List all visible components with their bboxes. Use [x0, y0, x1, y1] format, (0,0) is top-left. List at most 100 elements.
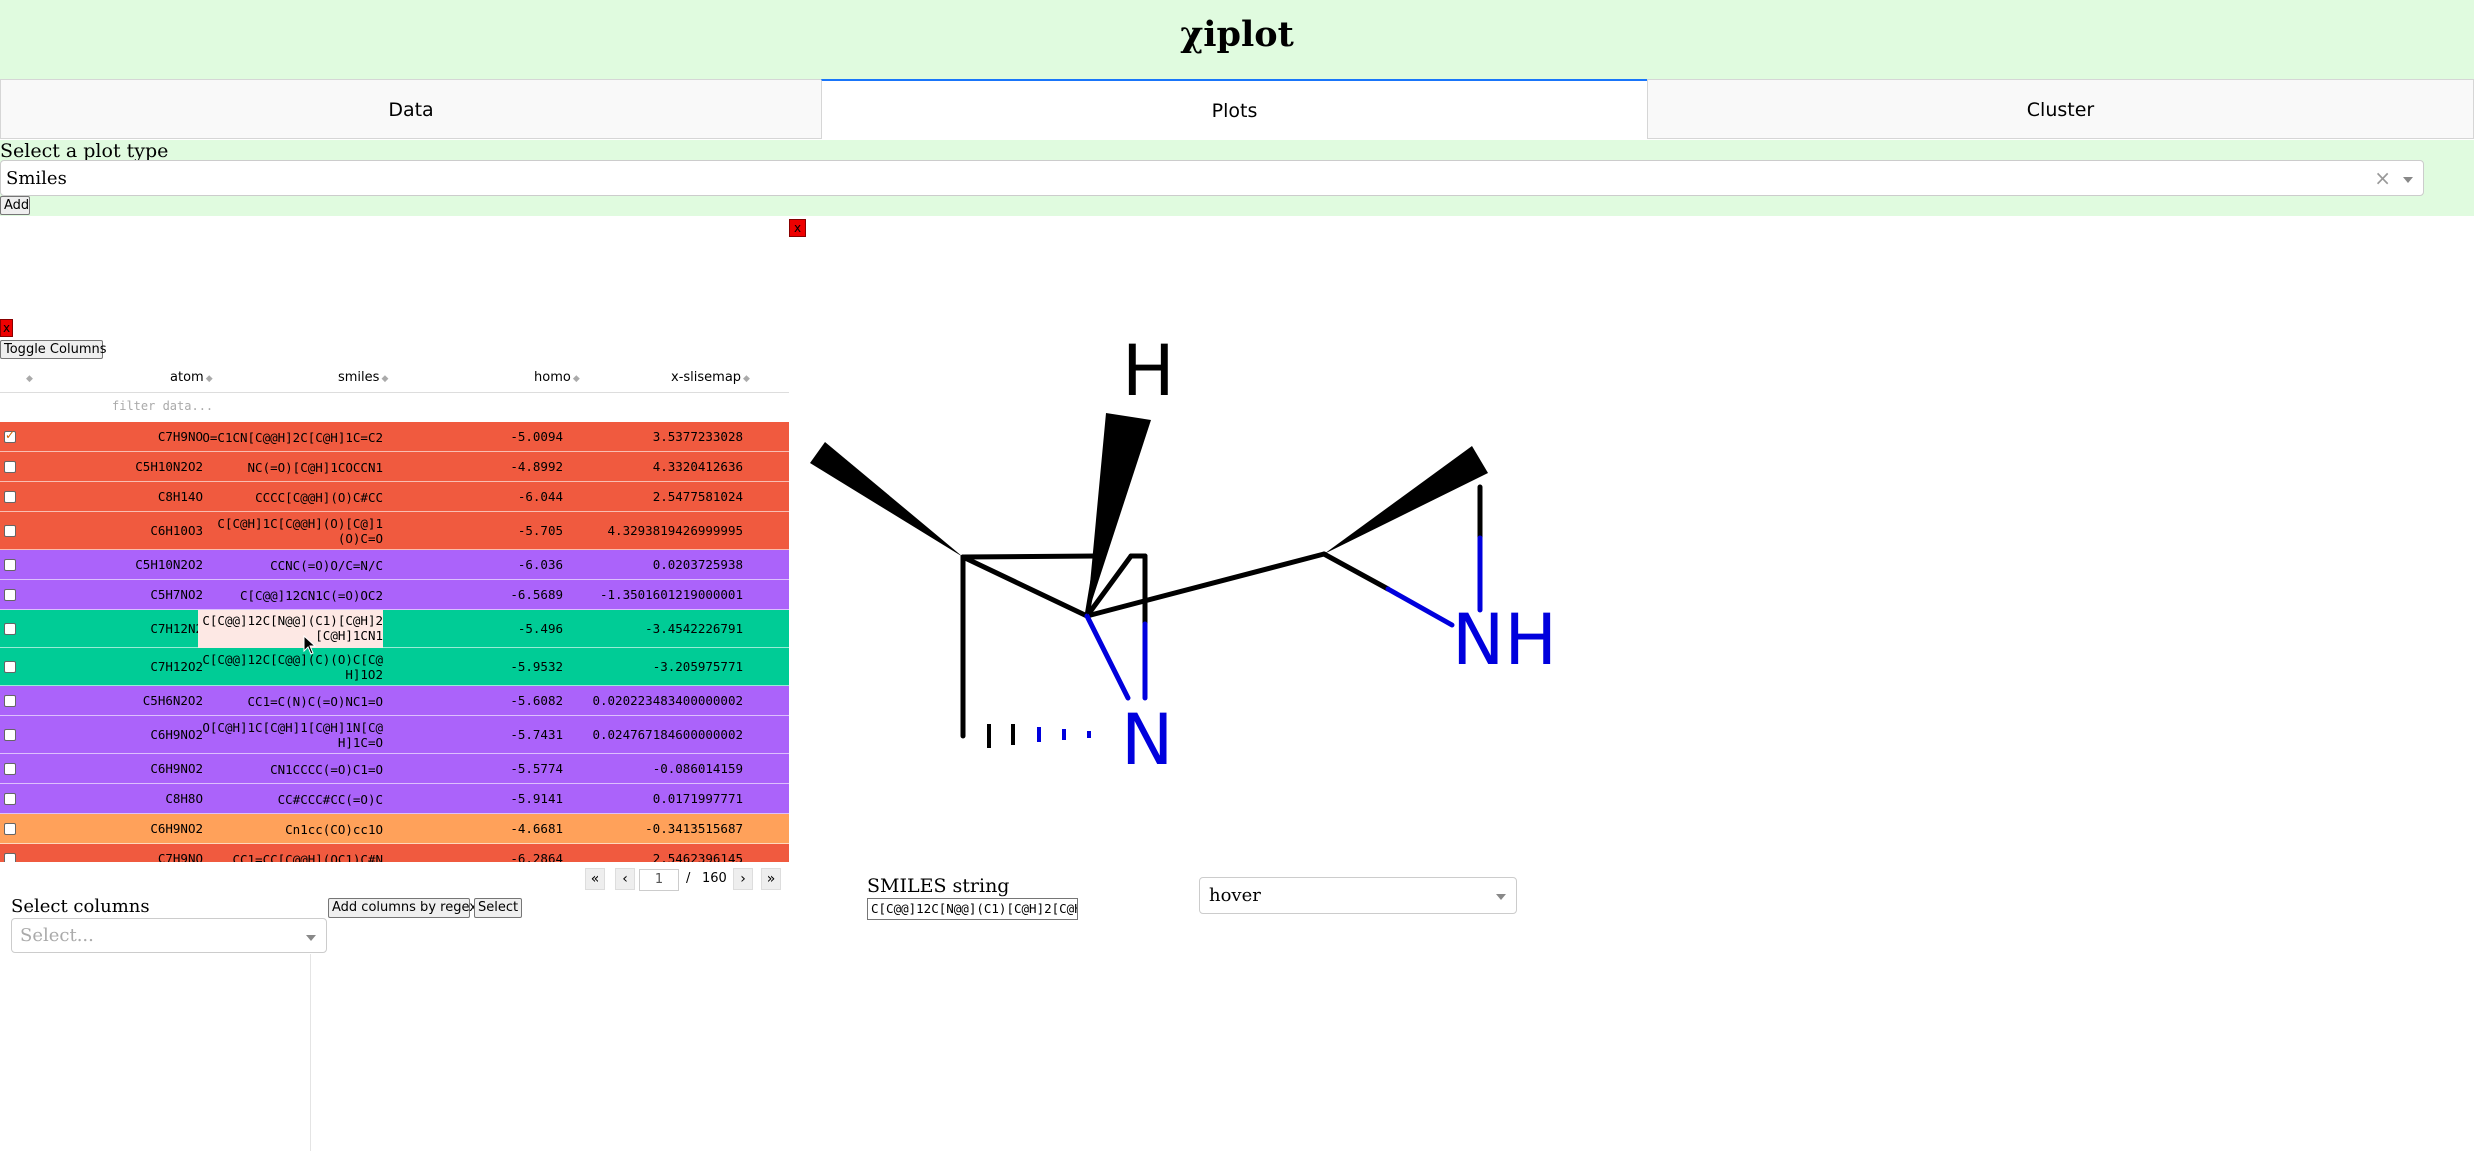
table-row[interactable]: C5H10N2O2 NC(=O)[C@H]1COCCN1 -4.8992 4.3320… — [0, 452, 789, 482]
app-title: χiplot — [1180, 14, 1294, 55]
row-checkbox[interactable] — [4, 695, 16, 707]
row-checkbox[interactable] — [4, 661, 16, 673]
next-page-button[interactable]: › — [733, 868, 753, 890]
row-checkbox[interactable] — [4, 729, 16, 741]
cell-homo: -4.8992 — [510, 459, 563, 474]
row-checkbox[interactable] — [4, 525, 16, 537]
page-input[interactable]: 1 — [639, 869, 679, 891]
select-columns-placeholder: Select... — [20, 925, 94, 946]
filter-input[interactable]: filter data... — [112, 399, 213, 413]
cell-homo: -5.9532 — [510, 659, 563, 674]
cell-homo: -6.2864 — [510, 851, 563, 862]
cell-atom: C6H9NO2 — [150, 727, 203, 742]
plot-type-dropdown[interactable]: Smiles × — [0, 160, 2424, 196]
row-checkbox[interactable] — [4, 589, 16, 601]
row-checkbox[interactable] — [4, 623, 16, 635]
column-header-atom[interactable]: atom ◆ — [170, 370, 213, 385]
cell-x-slisemap: 0.024767184600000002 — [592, 727, 743, 742]
cell-smiles: Cn1cc(CO)cc1O — [285, 822, 383, 837]
select-button[interactable]: Select — [474, 898, 522, 918]
cell-atom: C6H9NO2 — [150, 761, 203, 776]
column-header-homo[interactable]: homo ◆ — [534, 370, 580, 385]
divider — [310, 954, 311, 1151]
chevron-down-icon[interactable] — [2403, 177, 2413, 183]
table-row[interactable]: C7H9NO CC1=CC[C@@H](OC1)C#N -6.2864 2.54623… — [0, 844, 789, 862]
cell-smiles: O[C@H]1C[C@H]1[C@H]1N[C@ H]1C=O — [202, 720, 383, 750]
cell-atom: C7H9NO — [157, 429, 203, 444]
wedge-bond — [1324, 446, 1488, 554]
cell-homo: -5.5774 — [510, 761, 563, 776]
cell-atom: C7H12O2 — [150, 659, 203, 674]
cell-homo: -4.6681 — [510, 821, 563, 836]
add-plot-button[interactable]: Add — [0, 196, 30, 215]
toggle-columns-button[interactable]: Toggle Columns — [0, 340, 107, 359]
table-row[interactable]: C6H9NO2 Cn1cc(CO)cc1O -4.6681 -0.3413515687 — [0, 814, 789, 844]
table-row[interactable]: C8H8O CC#CCC#CC(=O)C -5.9141 0.0171997771 — [0, 784, 789, 814]
bond — [1084, 613, 1131, 701]
first-page-button[interactable]: « — [585, 868, 605, 890]
row-checkbox[interactable] — [4, 428, 16, 443]
cell-x-slisemap: 0.020223483400000002 — [592, 693, 743, 708]
wedge-bond — [810, 442, 963, 557]
sort-icon[interactable]: ◆ — [24, 370, 33, 385]
row-checkbox[interactable] — [4, 491, 16, 503]
cell-x-slisemap: 0.0171997771 — [652, 791, 743, 806]
table-row[interactable]: C6H9NO2 O[C@H]1C[C@H]1[C@H]1N[C@ H]1C=O -5… — [0, 716, 789, 754]
cell-x-slisemap: 2.5462396145 — [652, 851, 743, 862]
last-page-button[interactable]: » — [761, 868, 781, 890]
mode-dropdown[interactable]: hover — [1199, 877, 1517, 914]
table-row[interactable]: C6H9NO2 CN1CCCC(=O)C1=O -5.5774 -0.08601415… — [0, 754, 789, 784]
clear-icon[interactable]: × — [2374, 166, 2391, 190]
row-checkbox[interactable] — [4, 853, 16, 862]
table-row[interactable]: C5H6N2O2 CC1=C(N)C(=O)NC1=O -5.6082 0.02022… — [0, 686, 789, 716]
cell-homo: -5.496 — [517, 621, 563, 636]
table-row[interactable]: C8H14O CCCC[C@@H](O)C#CC -6.044 2.547758102… — [0, 482, 789, 512]
table-row[interactable]: C7H9NOO=C1CN[C@@H]2C[C@H]1C=C2 -5.0094 3.5… — [0, 422, 789, 452]
tab-cluster[interactable]: Cluster — [1647, 79, 2474, 139]
prev-page-button[interactable]: ‹ — [615, 868, 635, 890]
row-checkbox[interactable] — [4, 793, 16, 805]
chevron-down-icon[interactable] — [1496, 894, 1506, 900]
cell-smiles: O=C1CN[C@@H]2C[C@H]1C=C2 — [202, 430, 383, 445]
cell-smiles: CC1=C(N)C(=O)NC1=O — [247, 694, 383, 709]
select-columns-label: Select columns — [11, 896, 150, 917]
wedge-bond — [1087, 413, 1151, 616]
column-header-smiles[interactable]: smiles ◆ — [338, 370, 388, 385]
row-checkbox[interactable] — [4, 559, 16, 571]
cell-smiles: NC(=O)[C@H]1COCCN1 — [247, 460, 383, 475]
tab-data[interactable]: Data — [0, 79, 822, 139]
close-table-button[interactable]: x — [0, 319, 13, 337]
cell-homo: -6.036 — [517, 557, 563, 572]
cell-atom: C7H12N2 — [150, 621, 203, 636]
column-header-x-slisemap[interactable]: x-slisemap ◆ — [671, 370, 750, 385]
molecule-structure: H N NH — [810, 330, 1557, 780]
close-plot-button[interactable]: x — [789, 219, 806, 237]
table-row[interactable]: C7H12O2 C[C@@]12C[C@@](C)(O)C[C@ H]1O2 -5.… — [0, 648, 789, 686]
cell-atom: C5H7NO2 — [150, 587, 203, 602]
atom-label-n: N — [1121, 699, 1173, 780]
tab-plots[interactable]: Plots — [821, 79, 1648, 139]
cell-x-slisemap: -0.3413515687 — [645, 821, 743, 836]
smiles-input[interactable]: C[C@@]12C[N@@](C1)[C@H]2[C@H]1CN1 — [867, 898, 1078, 920]
data-table: ◆ atom ◆ smiles ◆ homo ◆ x-slisemap ◆ filter… — [0, 362, 789, 862]
plot-type-label: Select a plot type — [0, 140, 169, 162]
chevron-down-icon[interactable] — [306, 935, 316, 941]
sort-icon: ◆ — [572, 374, 580, 384]
select-columns-dropdown[interactable]: Select... — [11, 918, 327, 953]
row-checkbox[interactable] — [4, 763, 16, 775]
cell-x-slisemap: -3.4542226791 — [645, 621, 743, 636]
table-row[interactable]: C7H12N2 C[C@@]12C[N@@](C1)[C@H]2 [C@H]1CN… — [0, 610, 789, 648]
row-checkbox[interactable] — [4, 823, 16, 835]
cell-atom: C8H14O — [157, 489, 203, 504]
bond — [960, 554, 1090, 619]
cell-atom: C8H8O — [165, 791, 203, 806]
cell-smiles: C[C@@]12C[C@@](C)(O)C[C@ H]1O2 — [202, 652, 383, 682]
row-checkbox[interactable] — [4, 461, 16, 473]
mode-value: hover — [1209, 885, 1261, 906]
cell-atom: C7H9NO — [157, 851, 203, 862]
cell-atom: C5H10N2O2 — [135, 557, 203, 572]
table-row[interactable]: C5H7NO2 C[C@@]12CN1C(=O)OC2 -6.5689 -1.3501… — [0, 580, 789, 610]
table-row[interactable]: C5H10N2O2 CCNC(=O)O/C=N/C -6.036 0.02037259… — [0, 550, 789, 580]
add-columns-by-regex-button[interactable]: Add columns by regex — [328, 898, 477, 918]
table-row[interactable]: C6H10O3 C[C@H]1C[C@@H](O)[C@]1 (O)C=O -5.7… — [0, 512, 789, 550]
